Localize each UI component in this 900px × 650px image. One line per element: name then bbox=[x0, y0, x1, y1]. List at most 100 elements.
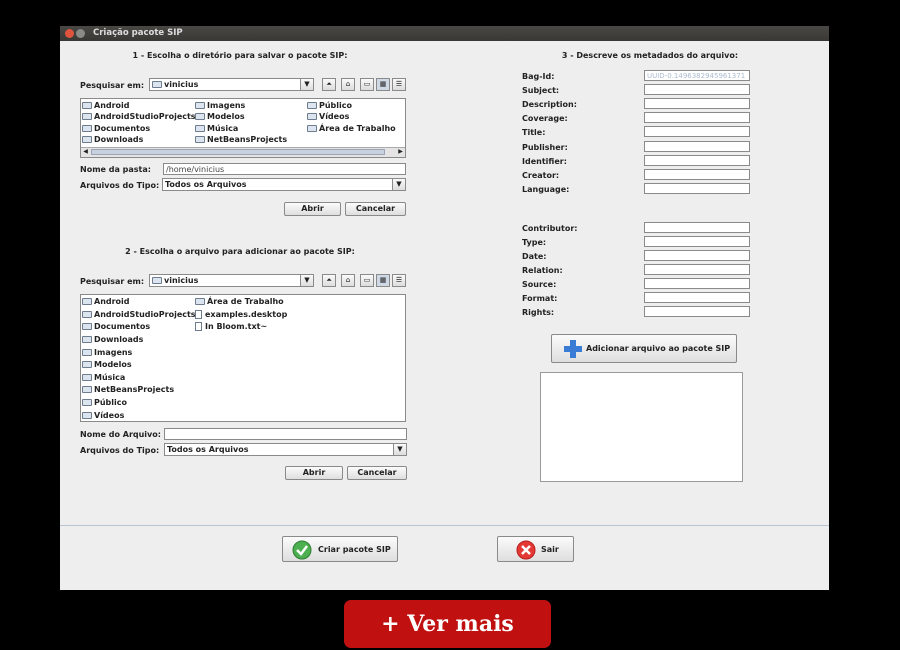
list-item[interactable]: Público bbox=[307, 101, 352, 110]
folder-icon bbox=[82, 113, 92, 120]
list-item[interactable]: Imagens bbox=[82, 348, 132, 357]
list-item[interactable]: Documentos bbox=[82, 322, 150, 331]
title-field[interactable] bbox=[644, 126, 750, 137]
section1-file-list[interactable]: Android AndroidStudioProjects Documentos… bbox=[80, 98, 406, 158]
list-item[interactable]: Imagens bbox=[195, 101, 245, 110]
scrollbar-thumb[interactable] bbox=[91, 149, 385, 155]
section2-filetype-label: Arquivos do Tipo: bbox=[80, 446, 160, 455]
list-item[interactable]: AndroidStudioProjects bbox=[82, 112, 196, 121]
rights-field[interactable] bbox=[644, 306, 750, 317]
new-folder-button[interactable]: ▭ bbox=[360, 274, 374, 287]
list-view-button[interactable]: ▦ bbox=[376, 274, 390, 287]
list-item[interactable]: Downloads bbox=[82, 135, 143, 144]
subject-label: Subject: bbox=[522, 86, 560, 95]
list-item[interactable]: In Bloom.txt~ bbox=[195, 322, 267, 331]
section1-lookin-value: vinicius bbox=[164, 80, 199, 89]
list-item[interactable]: Modelos bbox=[195, 112, 245, 121]
list-item[interactable]: Modelos bbox=[82, 360, 132, 369]
list-item[interactable]: Área de Trabalho bbox=[307, 124, 396, 133]
section2-open-button[interactable]: Abrir bbox=[285, 466, 343, 480]
up-folder-button[interactable]: ⏶ bbox=[322, 274, 336, 287]
section1-open-button[interactable]: Abrir bbox=[284, 202, 341, 216]
list-item[interactable]: Documentos bbox=[82, 124, 150, 133]
folder-icon bbox=[152, 277, 162, 284]
dialog-window: 1 - Escolha o diretório para salvar o pa… bbox=[60, 41, 829, 590]
horizontal-scrollbar[interactable]: ◀ ▶ bbox=[81, 147, 405, 157]
section2-lookin-combo[interactable]: vinicius ▼ bbox=[149, 274, 314, 287]
subject-field[interactable] bbox=[644, 84, 750, 95]
see-more-button[interactable]: + Ver mais bbox=[344, 600, 551, 648]
filename-field[interactable] bbox=[164, 428, 407, 440]
section1-filetype-combo[interactable]: Todos os Arquivos ▼ bbox=[162, 178, 406, 191]
folder-icon bbox=[82, 311, 92, 318]
creator-field[interactable] bbox=[644, 169, 750, 180]
add-file-button[interactable]: Adicionar arquivo ao pacote SIP bbox=[551, 334, 737, 363]
publisher-field[interactable] bbox=[644, 141, 750, 152]
up-folder-button[interactable]: ⏶ bbox=[322, 78, 336, 91]
folder-icon bbox=[82, 399, 92, 406]
format-field[interactable] bbox=[644, 292, 750, 303]
list-item[interactable]: Vídeos bbox=[307, 112, 349, 121]
section1-lookin-combo[interactable]: vinicius ▼ bbox=[149, 78, 314, 91]
details-view-button[interactable]: ☰ bbox=[392, 78, 406, 91]
scroll-left-icon[interactable]: ◀ bbox=[81, 148, 90, 156]
list-item[interactable]: NetBeansProjects bbox=[82, 385, 174, 394]
identifier-field[interactable] bbox=[644, 155, 750, 166]
chevron-down-icon: ▼ bbox=[392, 179, 405, 190]
section2-cancel-button[interactable]: Cancelar bbox=[347, 466, 407, 480]
added-files-area[interactable] bbox=[540, 372, 743, 482]
list-item[interactable]: AndroidStudioProjects bbox=[82, 310, 196, 319]
create-sip-button[interactable]: Criar pacote SIP bbox=[282, 536, 398, 562]
language-field[interactable] bbox=[644, 183, 750, 194]
list-item[interactable]: NetBeansProjects bbox=[195, 135, 287, 144]
list-item[interactable]: Área de Trabalho bbox=[195, 297, 284, 306]
window-titlebar: Criação pacote SIP bbox=[60, 26, 829, 41]
home-folder-button[interactable]: ⌂ bbox=[341, 274, 355, 287]
language-label: Language: bbox=[522, 185, 570, 194]
rights-label: Rights: bbox=[522, 308, 555, 317]
format-label: Format: bbox=[522, 294, 558, 303]
section2-lookin-value: vinicius bbox=[164, 276, 199, 285]
type-field[interactable] bbox=[644, 236, 750, 247]
list-item[interactable]: Público bbox=[82, 398, 127, 407]
folder-name-value: /home/vinicius bbox=[166, 165, 225, 174]
list-item[interactable]: Android bbox=[82, 101, 130, 110]
new-folder-button[interactable]: ▭ bbox=[360, 78, 374, 91]
list-view-button[interactable]: ▦ bbox=[376, 78, 390, 91]
creator-label: Creator: bbox=[522, 171, 560, 180]
scroll-right-icon[interactable]: ▶ bbox=[396, 148, 405, 156]
relation-field[interactable] bbox=[644, 264, 750, 275]
list-item[interactable]: Música bbox=[82, 373, 125, 382]
list-item[interactable]: examples.desktop bbox=[195, 310, 287, 319]
home-folder-button[interactable]: ⌂ bbox=[341, 78, 355, 91]
description-field[interactable] bbox=[644, 98, 750, 109]
list-item[interactable]: Downloads bbox=[82, 335, 143, 344]
date-field[interactable] bbox=[644, 250, 750, 261]
coverage-field[interactable] bbox=[644, 112, 750, 123]
details-view-button[interactable]: ☰ bbox=[392, 274, 406, 287]
contributor-label: Contributor: bbox=[522, 224, 578, 233]
bagid-field[interactable]: UUID-0.1496382945961371 bbox=[644, 70, 750, 81]
section1-cancel-button[interactable]: Cancelar bbox=[345, 202, 406, 216]
contributor-field[interactable] bbox=[644, 222, 750, 233]
folder-icon bbox=[82, 323, 92, 330]
section1-title: 1 - Escolha o diretório para salvar o pa… bbox=[132, 51, 348, 60]
close-window-button[interactable] bbox=[65, 29, 74, 38]
section2-file-list[interactable]: Android AndroidStudioProjects Documentos… bbox=[80, 294, 406, 422]
folder-icon bbox=[152, 81, 162, 88]
folder-icon bbox=[195, 102, 205, 109]
folder-name-field[interactable]: /home/vinicius bbox=[163, 163, 406, 175]
list-item[interactable]: Android bbox=[82, 297, 130, 306]
section2-filetype-combo[interactable]: Todos os Arquivos ▼ bbox=[164, 443, 407, 456]
minimize-window-button[interactable] bbox=[76, 29, 85, 38]
bagid-value: UUID-0.1496382945961371 bbox=[647, 72, 746, 80]
list-item[interactable]: Vídeos bbox=[82, 411, 124, 420]
folder-icon bbox=[82, 125, 92, 132]
exit-button[interactable]: Sair bbox=[497, 536, 574, 562]
list-item[interactable]: Música bbox=[195, 124, 238, 133]
coverage-label: Coverage: bbox=[522, 114, 568, 123]
close-icon bbox=[516, 540, 536, 560]
folder-icon bbox=[82, 412, 92, 419]
folder-icon bbox=[82, 386, 92, 393]
source-field[interactable] bbox=[644, 278, 750, 289]
